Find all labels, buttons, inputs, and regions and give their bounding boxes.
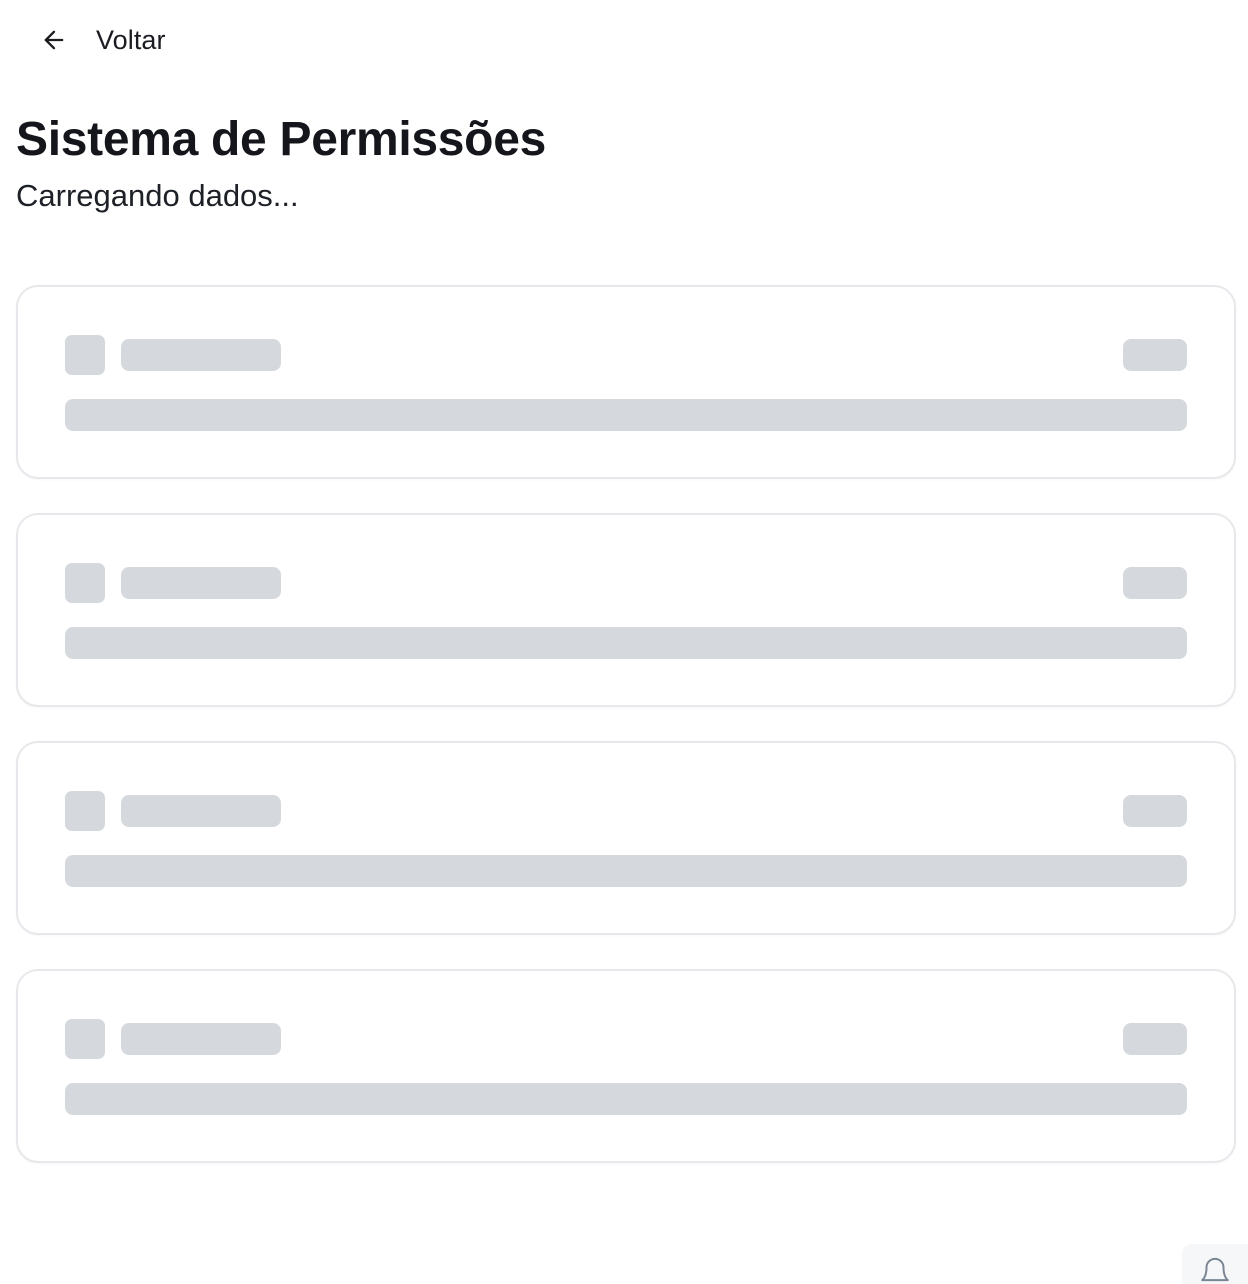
skeleton-title-placeholder: [121, 339, 281, 371]
skeleton-icon-placeholder: [65, 335, 105, 375]
skeleton-badge-placeholder: [1123, 795, 1187, 827]
skeleton-title-placeholder: [121, 795, 281, 827]
skeleton-icon-placeholder: [65, 791, 105, 831]
skeleton-line-placeholder: [65, 399, 1187, 431]
skeleton-line-placeholder: [65, 1083, 1187, 1115]
skeleton-line-placeholder: [65, 627, 1187, 659]
skeleton-card: [16, 741, 1236, 935]
skeleton-badge-placeholder: [1123, 567, 1187, 599]
skeleton-card: [16, 513, 1236, 707]
back-button[interactable]: Voltar: [28, 14, 178, 66]
skeleton-title-placeholder: [121, 567, 281, 599]
arrow-left-icon: [40, 26, 68, 54]
skeleton-card: [16, 969, 1236, 1163]
back-label: Voltar: [96, 24, 166, 55]
permission-card-list: [16, 285, 1236, 1197]
page-title: Sistema de Permissões: [16, 113, 546, 166]
skeleton-badge-placeholder: [1123, 339, 1187, 371]
skeleton-line-placeholder: [65, 855, 1187, 887]
permissions-page: Voltar Sistema de Permissões Carregando …: [0, 0, 1248, 1284]
notifications-button[interactable]: [1182, 1244, 1248, 1284]
skeleton-icon-placeholder: [65, 563, 105, 603]
skeleton-card: [16, 285, 1236, 479]
loading-status-text: Carregando dados...: [16, 178, 299, 213]
skeleton-icon-placeholder: [65, 1019, 105, 1059]
skeleton-title-placeholder: [121, 1023, 281, 1055]
skeleton-badge-placeholder: [1123, 1023, 1187, 1055]
